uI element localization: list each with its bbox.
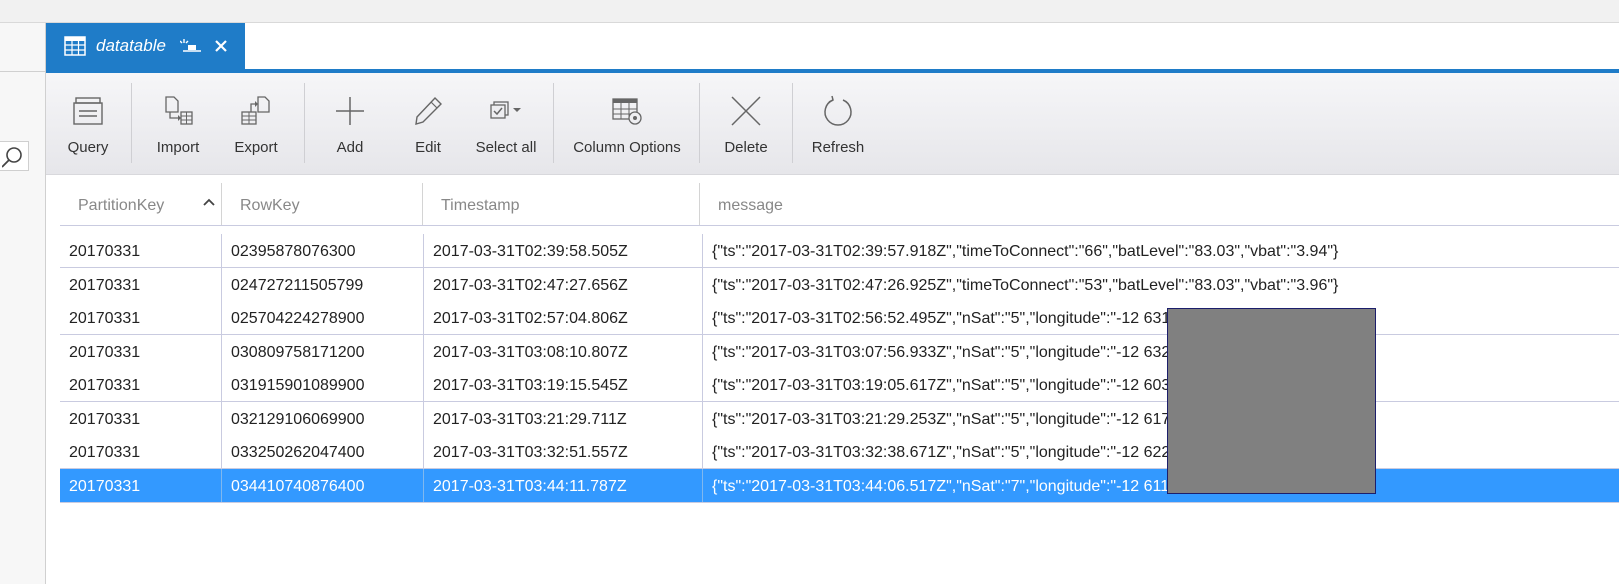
cell-partitionkey: 20170331 [60,334,222,368]
cell-partitionkey: 20170331 [60,401,222,435]
export-label: Export [234,139,278,156]
plus-icon [336,97,364,125]
export-icon [241,96,270,125]
cell-timestamp: 2017-03-31T02:47:27.656Z [424,267,703,301]
column-options-button[interactable]: Column Options [568,73,686,174]
refresh-button[interactable]: Refresh [810,73,866,174]
tab-title: datatable [96,36,166,55]
table-row[interactable]: 20170331 030809758171200 2017-03-31T03:08:… [60,334,1619,369]
cell-partitionkey: 20170331 [60,301,222,334]
column-header-rowkey[interactable]: RowKey [222,183,423,225]
cell-timestamp: 2017-03-31T03:32:51.557Z [424,435,703,468]
delete-label: Delete [724,139,768,156]
cell-message: {"ts":"2017-03-31T03:19:05.617Z","nSat":… [712,377,1327,394]
table-row-selected[interactable]: 20170331 034410740876400 2017-03-31T03:44:… [60,468,1619,503]
query-button[interactable]: Query [66,73,110,174]
close-icon[interactable] [214,39,228,53]
redaction-box [1167,308,1376,494]
table-row[interactable]: 20170331 033250262047400 2017-03-31T03:32:… [60,435,1619,469]
tab-datatable[interactable]: datatable [46,23,245,69]
x-icon [731,96,761,126]
column-header-label: Timestamp [441,197,520,214]
refresh-icon [824,95,852,126]
cell-message: {"ts":"2017-03-31T02:39:57.918Z","timeTo… [712,243,1339,260]
cell-message: {"ts":"2017-03-31T03:07:56.933Z","nSat":… [712,343,1327,361]
column-header-timestamp[interactable]: Timestamp [423,183,700,225]
cell-rowkey: 02395878076300 [222,234,424,267]
cell-message: {"ts":"2017-03-31T03:44:06.517Z","nSat":… [712,477,1326,495]
table-row[interactable]: 20170331 024727211505799 2017-03-31T02:47:… [60,267,1619,302]
pin-icon[interactable] [179,37,202,55]
cell-rowkey: 031915901089900 [222,368,424,401]
cell-timestamp: 2017-03-31T03:21:29.711Z [424,401,703,435]
left-panel [0,23,46,584]
query-icon [73,97,103,125]
table-row[interactable]: 20170331 02395878076300 2017-03-31T02:39:5… [60,234,1619,268]
select-all-label: Select all [475,139,537,156]
cell-partitionkey: 20170331 [60,234,222,267]
import-button[interactable]: Import [152,73,204,174]
cell-message: {"ts":"2017-03-31T02:47:26.925Z","timeTo… [712,276,1339,294]
import-label: Import [156,139,200,156]
cell-timestamp: 2017-03-31T03:08:10.807Z [424,334,703,368]
add-label: Add [336,139,364,156]
cell-rowkey: 030809758171200 [222,334,424,368]
toolbar-separator [553,83,554,163]
cell-timestamp: 2017-03-31T03:19:15.545Z [424,368,703,401]
toolbar: Query Import Export Add Edit Select all … [46,73,1619,175]
toolbar-separator [304,83,305,163]
sort-ascending-icon [203,198,215,206]
search-button[interactable] [0,141,29,171]
tab-bar: datatable [46,23,1619,69]
edit-label: Edit [415,139,441,156]
table-row[interactable]: 20170331 025704224278900 2017-03-31T02:57:… [60,301,1619,335]
cell-message: {"ts":"2017-03-31T03:32:38.671Z","nSat":… [712,444,1327,461]
left-panel-divider [0,71,45,72]
column-options-icon [612,98,642,125]
table-grid-icon [64,36,86,56]
cell-partitionkey: 20170331 [60,267,222,301]
column-header-label: PartitionKey [78,197,165,214]
cell-rowkey: 033250262047400 [222,435,424,468]
toolbar-separator [699,83,700,163]
column-header-partitionkey[interactable]: PartitionKey [60,183,222,225]
refresh-label: Refresh [811,139,865,156]
query-label: Query [67,139,109,156]
table-row[interactable]: 20170331 031915901089900 2017-03-31T03:19:… [60,368,1619,402]
delete-button[interactable]: Delete [720,73,772,174]
cell-message: {"ts":"2017-03-31T03:21:29.253Z","nSat":… [712,410,1327,428]
cell-partitionkey: 20170331 [60,468,222,502]
cell-rowkey: 025704224278900 [222,301,424,334]
cell-rowkey: 034410740876400 [222,468,424,502]
cell-rowkey: 024727211505799 [222,267,424,301]
column-header-label: message [718,197,783,214]
add-button[interactable]: Add [328,73,372,174]
table-row[interactable]: 20170331 032129106069900 2017-03-31T03:21:… [60,401,1619,436]
column-options-label: Column Options [573,139,681,156]
window-top-strip [0,0,1619,23]
select-all-icon [490,101,521,119]
pencil-icon [415,96,442,125]
toolbar-separator [131,83,132,163]
edit-button[interactable]: Edit [408,73,448,174]
cell-partitionkey: 20170331 [60,368,222,401]
cell-rowkey: 032129106069900 [222,401,424,435]
cell-timestamp: 2017-03-31T03:44:11.787Z [424,468,703,502]
column-header-label: RowKey [240,197,300,214]
select-all-button[interactable]: Select all [474,73,538,174]
table-header: PartitionKey RowKey Timestamp message [60,183,1619,226]
import-icon [165,96,193,125]
cell-timestamp: 2017-03-31T02:57:04.806Z [424,301,703,334]
export-button[interactable]: Export [230,73,282,174]
cell-partitionkey: 20170331 [60,435,222,468]
cell-timestamp: 2017-03-31T02:39:58.505Z [424,234,703,267]
column-header-message[interactable]: message [700,183,1619,225]
cell-message: {"ts":"2017-03-31T02:56:52.495Z","nSat":… [712,310,1327,327]
toolbar-separator [792,83,793,163]
search-icon [2,147,22,168]
